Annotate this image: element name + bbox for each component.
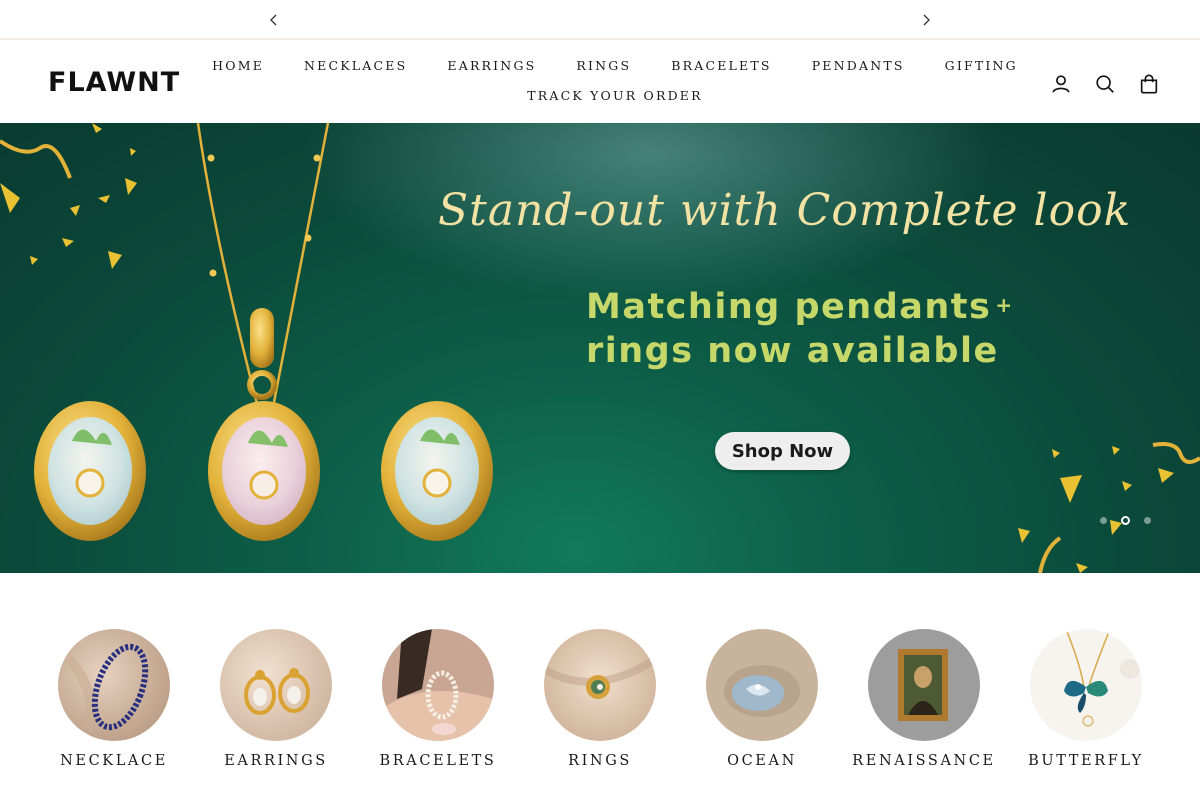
chevron-right-icon [923,14,930,26]
shop-now-button[interactable]: Shop Now [715,432,850,470]
nav-gifting[interactable]: GIFTING [925,58,1038,73]
right-earring [381,401,493,541]
category-renaissance[interactable]: RENAISSANCE [843,629,1005,769]
category-butterfly[interactable]: BUTTERFLY [1005,629,1167,769]
center-pendant [208,401,320,541]
category-label: BUTTERFLY [1028,753,1144,769]
chevron-left-icon [270,14,277,26]
category-earrings[interactable]: EARRINGS [195,629,357,769]
category-rings[interactable]: RINGS [519,629,681,769]
category-label: RINGS [568,753,632,769]
nav-earrings[interactable]: EARRINGS [427,58,556,73]
category-bracelets[interactable]: BRACELETS [357,629,519,769]
nav-bracelets[interactable]: BRACELETS [651,58,791,73]
hero-banner[interactable]: Stand-out with Complete look Matching pe… [0,123,1200,573]
header-actions [1046,69,1164,99]
left-earring [34,401,146,541]
slide-dot-2[interactable] [1121,516,1130,525]
hero-headline-line1: Matching pendants + [586,287,1014,327]
cart-icon [1140,74,1158,94]
nav-row-secondary: TRACK YOUR ORDER [230,88,1000,103]
nav-rings[interactable]: RINGS [556,58,651,73]
category-ocean-image [706,629,818,741]
chain-beads [207,154,321,277]
nav-pendants[interactable]: PENDANTS [792,58,925,73]
announcement-next-button[interactable] [914,8,938,32]
nav-home[interactable]: HOME [192,58,284,73]
category-bracelets-image [382,629,494,741]
category-necklace[interactable]: NECKLACE [33,629,195,769]
brand-logo[interactable]: FLAWNT [48,67,190,98]
category-ocean[interactable]: OCEAN [681,629,843,769]
slide-dot-1[interactable] [1100,517,1107,524]
nav-row-primary: HOME NECKLACES EARRINGS RINGS BRACELETS … [212,58,1015,73]
hero-script-title: Stand-out with Complete look [438,185,1132,236]
cart-button[interactable] [1134,69,1164,99]
category-strip: NECKLACE EARRINGS BRACELETS RINGS OCEAN … [0,573,1200,800]
category-butterfly-image [1030,629,1142,741]
confetti-right [1018,442,1200,573]
category-label: NECKLACE [60,753,168,769]
search-button[interactable] [1090,69,1120,99]
hero-headline: Matching pendants + rings now available [586,283,1014,373]
confetti-left [0,123,137,269]
pendant-bail [250,308,274,368]
main-nav: HOME NECKLACES EARRINGS RINGS BRACELETS … [212,58,1015,103]
category-label: BRACELETS [379,753,497,769]
slide-dots [1100,516,1151,525]
category-label: EARRINGS [224,753,328,769]
account-icon [1052,75,1070,93]
announcement-prev-button[interactable] [262,8,286,32]
pendant-chain [196,123,330,424]
category-necklace-image [58,629,170,741]
site-header: FLAWNT HOME NECKLACES EARRINGS RINGS BRA… [0,42,1200,123]
svg-text:FLAWNT: FLAWNT [48,69,180,93]
category-rings-image [544,629,656,741]
nav-track-order[interactable]: TRACK YOUR ORDER [507,88,723,103]
category-label: OCEAN [727,753,797,769]
nav-necklaces[interactable]: NECKLACES [284,58,427,73]
category-renaissance-image [868,629,980,741]
search-icon [1096,75,1114,93]
account-button[interactable] [1046,69,1076,99]
slide-dot-3[interactable] [1144,517,1151,524]
announcement-bar [0,0,1200,40]
category-label: RENAISSANCE [852,753,996,769]
category-earrings-image [220,629,332,741]
hero-headline-line2: rings now available [586,331,999,371]
flawnt-logo: FLAWNT [48,67,180,98]
